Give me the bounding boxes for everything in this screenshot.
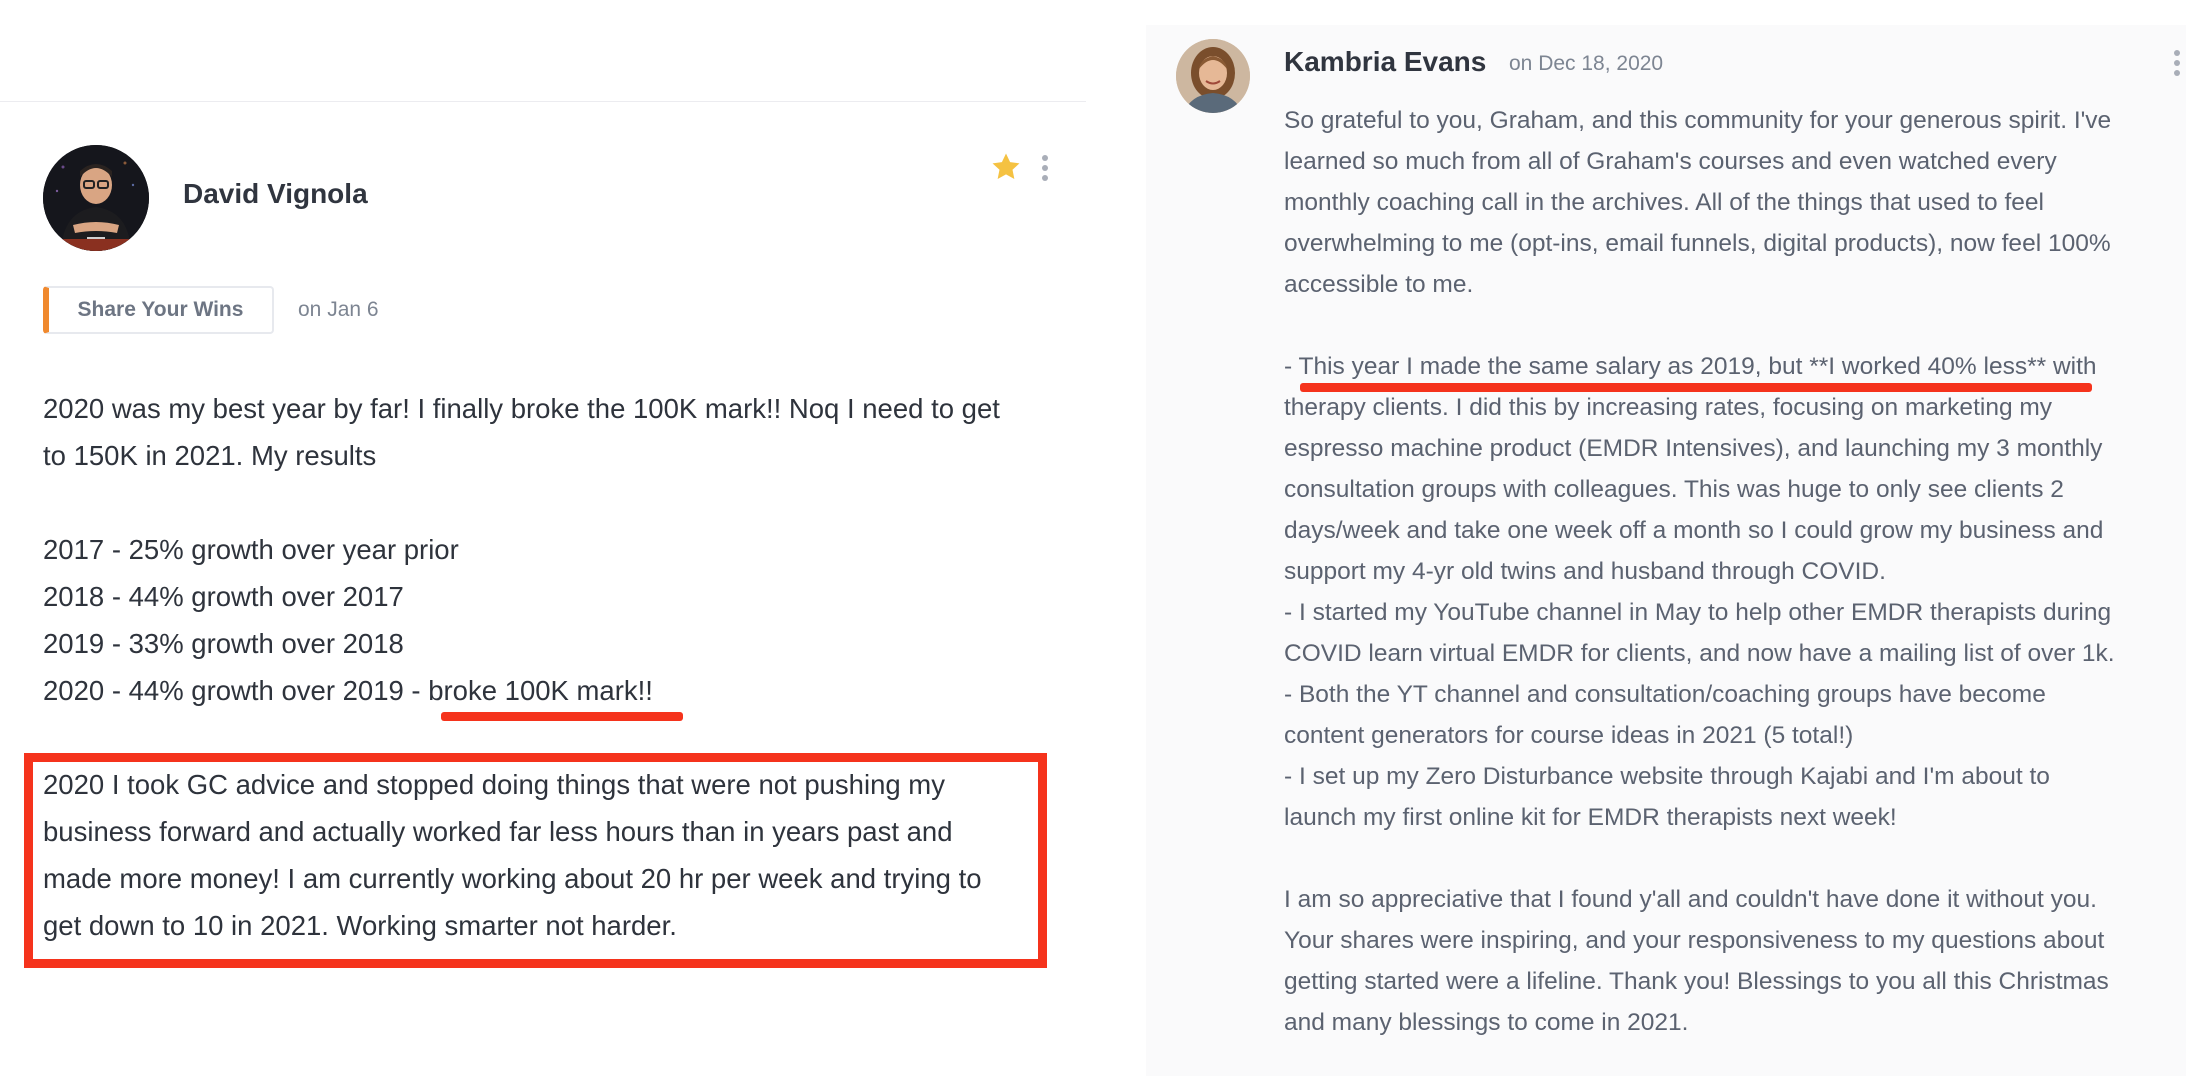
post-text-line: learned so much from all of Graham's cou…: [1284, 148, 2057, 175]
more-options-icon[interactable]: [2170, 48, 2184, 78]
highlighted-text-line: 2020 I took GC advice and stopped doing …: [43, 769, 945, 800]
avatar[interactable]: [1176, 39, 1250, 113]
post-text-line: and many blessings to come in 2021.: [1284, 1009, 1689, 1036]
post-text-line: Your shares were inspiring, and your res…: [1284, 927, 2105, 954]
right-post-card: [1146, 25, 2186, 1076]
result-line: 2018 - 44% growth over 2017: [43, 581, 404, 612]
post-text-line: monthly coaching call in the archives. A…: [1284, 189, 2044, 216]
post-text-line: So grateful to you, Graham, and this com…: [1284, 107, 2112, 134]
post-text-line: days/week and take one week off a month …: [1284, 517, 2104, 544]
category-tag[interactable]: Share Your Wins: [43, 286, 274, 334]
highlighted-text-line: business forward and actually worked far…: [43, 816, 953, 847]
post-text-line: 2020 was my best year by far! I finally …: [43, 393, 1000, 424]
post-text-line: - I started my YouTube channel in May to…: [1284, 599, 2112, 626]
post-text-line: accessible to me.: [1284, 271, 1474, 298]
post-text-line: I am so appreciative that I found y'all …: [1284, 886, 2097, 913]
avatar[interactable]: [43, 145, 149, 251]
post-text-line: COVID learn virtual EMDR for clients, an…: [1284, 640, 2115, 667]
author-name[interactable]: Kambria Evans: [1284, 46, 1486, 78]
post-text-line: launch my first online kit for EMDR ther…: [1284, 804, 1897, 831]
more-options-icon[interactable]: [1038, 151, 1052, 185]
post-text-line: - Both the YT channel and consultation/c…: [1284, 681, 2046, 708]
post-text-line: getting started were a lifeline. Thank y…: [1284, 968, 2109, 995]
result-line: 2020 - 44% growth over 2019 - broke 100K…: [43, 675, 653, 706]
post-text-line: to 150K in 2021. My results: [43, 440, 377, 471]
divider: [0, 101, 1086, 102]
post-text-line: overwhelming to me (opt-ins, email funne…: [1284, 230, 2111, 257]
post-date: on Jan 6: [298, 298, 379, 321]
star-icon[interactable]: [989, 150, 1023, 184]
post-text-line: therapy clients. I did this by increasin…: [1284, 394, 2053, 421]
author-name[interactable]: David Vignola: [183, 178, 368, 210]
post-text-line: - I set up my Zero Disturbance website t…: [1284, 763, 2050, 790]
result-line: 2019 - 33% growth over 2018: [43, 628, 404, 659]
post-date: on Dec 18, 2020: [1509, 52, 1664, 75]
post-text-line: - This year I made the same salary as 20…: [1284, 353, 2097, 380]
result-line: 2017 - 25% growth over year prior: [43, 534, 459, 565]
highlighted-text-line: get down to 10 in 2021. Working smarter …: [43, 910, 677, 941]
highlighted-text-line: made more money! I am currently working …: [43, 863, 982, 894]
red-underline-annotation: [1300, 383, 2092, 392]
post-text-line: consultation groups with colleagues. Thi…: [1284, 476, 2064, 503]
red-underline-annotation: [441, 712, 683, 721]
post-text-line: support my 4-yr old twins and husband th…: [1284, 558, 1886, 585]
post-text-line: content generators for course ideas in 2…: [1284, 722, 1854, 749]
post-text-line: espresso machine product (EMDR Intensive…: [1284, 435, 2103, 462]
